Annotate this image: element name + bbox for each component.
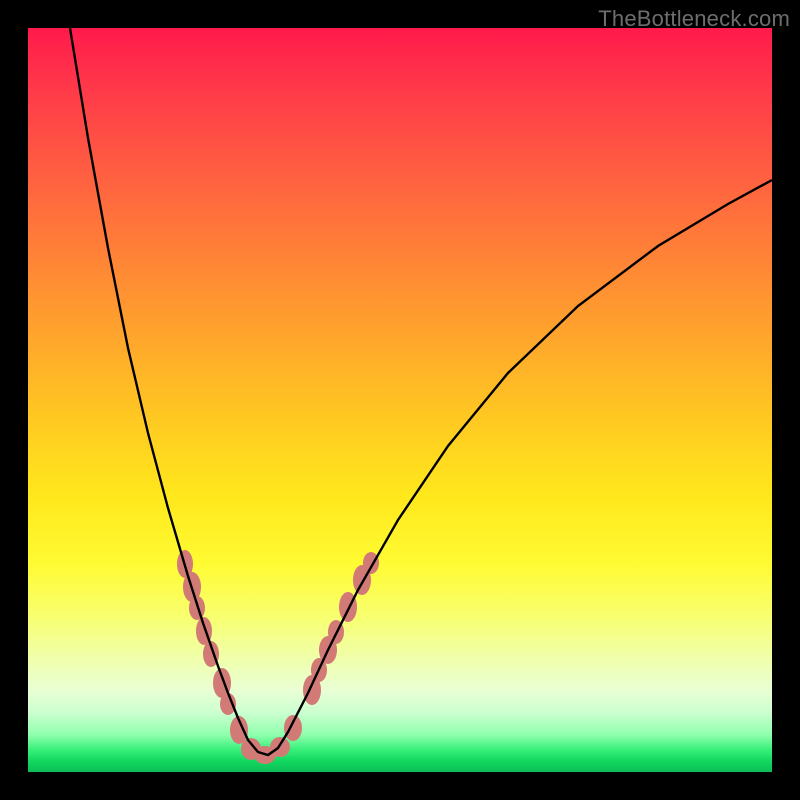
data-point <box>284 715 302 741</box>
watermark-text: TheBottleneck.com <box>598 6 790 32</box>
plot-area <box>28 28 772 772</box>
markers-group <box>177 550 379 764</box>
outer-frame: TheBottleneck.com <box>0 0 800 800</box>
bottleneck-curve <box>70 28 772 755</box>
chart-svg <box>28 28 772 772</box>
